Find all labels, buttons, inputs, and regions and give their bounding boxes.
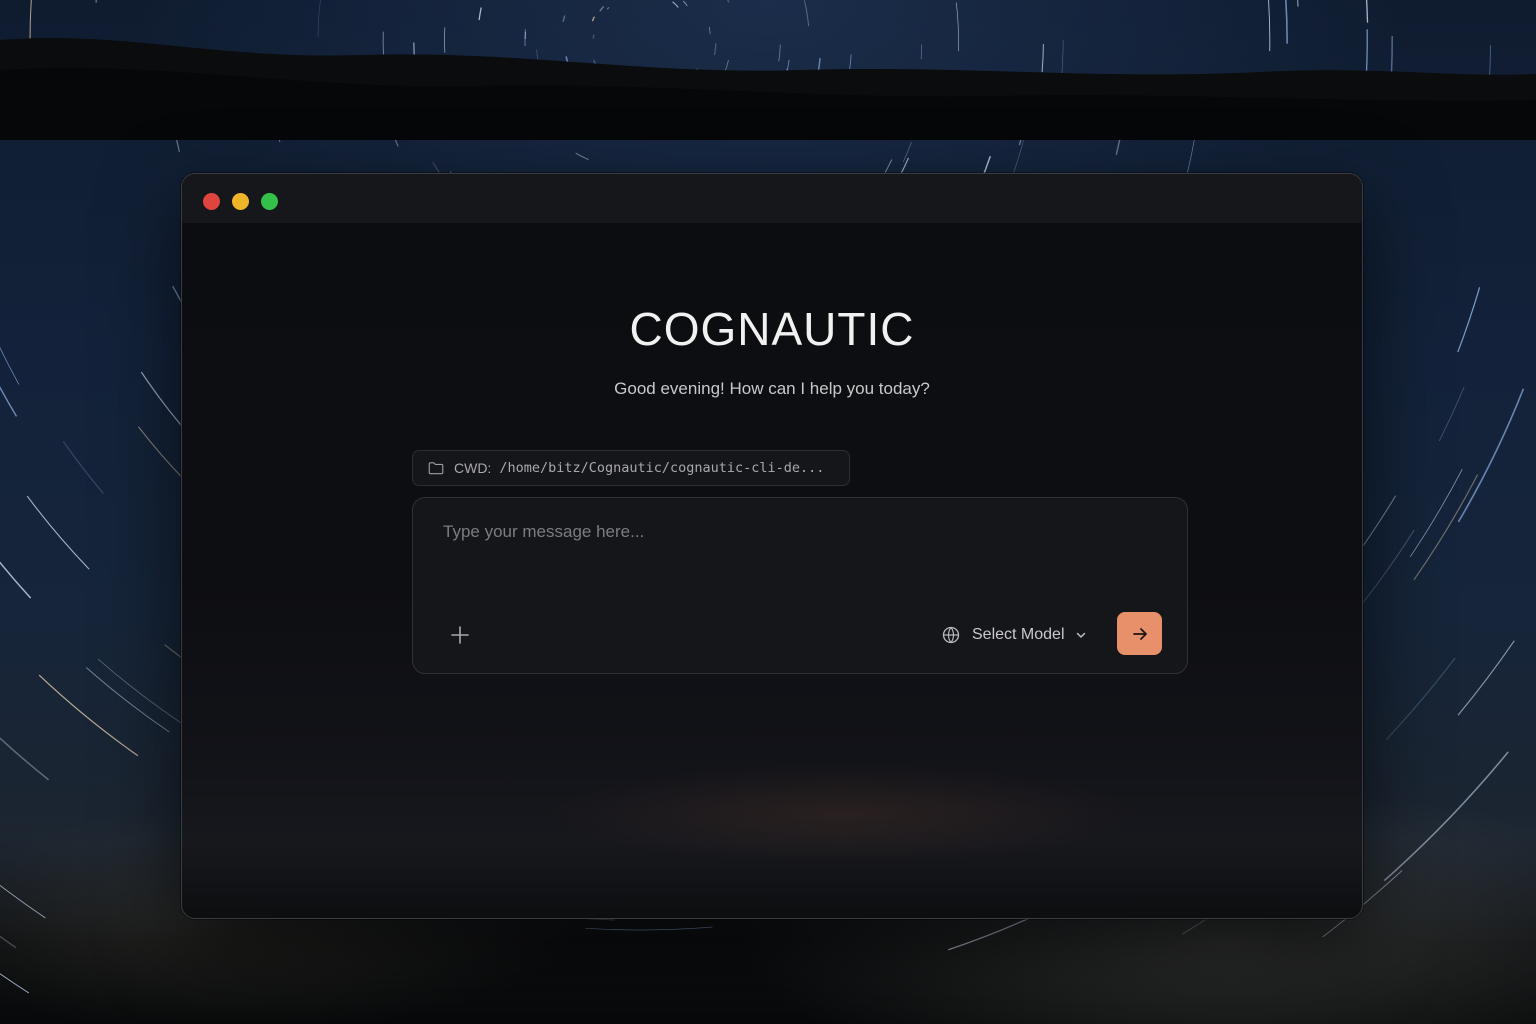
- cwd-indicator[interactable]: CWD: /home/bitz/Cognautic/cognautic-cli-…: [412, 450, 850, 486]
- star-trail: [0, 737, 50, 781]
- greeting-text: Good evening! How can I help you today?: [614, 379, 930, 398]
- star-trail: [38, 674, 139, 757]
- star-trail: [0, 884, 46, 919]
- star-trail: [1409, 469, 1463, 558]
- chevron-down-icon: [1076, 632, 1085, 638]
- star-trail: [575, 152, 589, 161]
- title-bar: [182, 174, 1362, 223]
- star-trail: [85, 667, 170, 733]
- star-trail: [1438, 386, 1465, 441]
- star-trail: [62, 441, 104, 494]
- star-trail: [0, 561, 32, 599]
- maximize-window-button[interactable]: [261, 193, 278, 210]
- star-trail: [1358, 529, 1415, 609]
- cwd-path: /home/bitz/Cognautic/cognautic-cli-de...: [499, 460, 825, 476]
- minimize-window-button[interactable]: [232, 193, 249, 210]
- app-window: COGNAUTIC Good evening! How can I help y…: [181, 173, 1363, 919]
- star-trail: [0, 386, 18, 417]
- star-trail: [1457, 388, 1525, 523]
- globe-icon: [942, 626, 960, 644]
- model-select-label: Select Model: [972, 626, 1065, 643]
- star-trail: [585, 926, 713, 931]
- hill-silhouette: [0, 37, 1536, 140]
- star-trail: [1383, 751, 1509, 882]
- star-trail: [26, 495, 90, 570]
- star-trail: [1457, 287, 1481, 353]
- star-trail: [1385, 657, 1456, 740]
- app-brand-title: COGNAUTIC: [629, 303, 915, 355]
- message-composer: Select Model: [412, 497, 1188, 674]
- star-trail: [0, 973, 30, 994]
- star-trail: [137, 426, 187, 482]
- plus-icon: [451, 626, 469, 644]
- attach-button[interactable]: [447, 622, 473, 648]
- star-trail: [902, 142, 912, 163]
- cwd-label: CWD:: [454, 460, 492, 476]
- folder-icon: [428, 462, 444, 475]
- arrow-right-icon: [1132, 627, 1147, 640]
- message-input[interactable]: [441, 520, 1145, 584]
- model-select-dropdown[interactable]: Select Model: [941, 622, 1087, 648]
- close-window-button[interactable]: [203, 193, 220, 210]
- star-trail: [1413, 474, 1479, 581]
- star-trail: [0, 346, 20, 385]
- send-button[interactable]: [1117, 612, 1162, 655]
- star-trail: [1457, 640, 1515, 716]
